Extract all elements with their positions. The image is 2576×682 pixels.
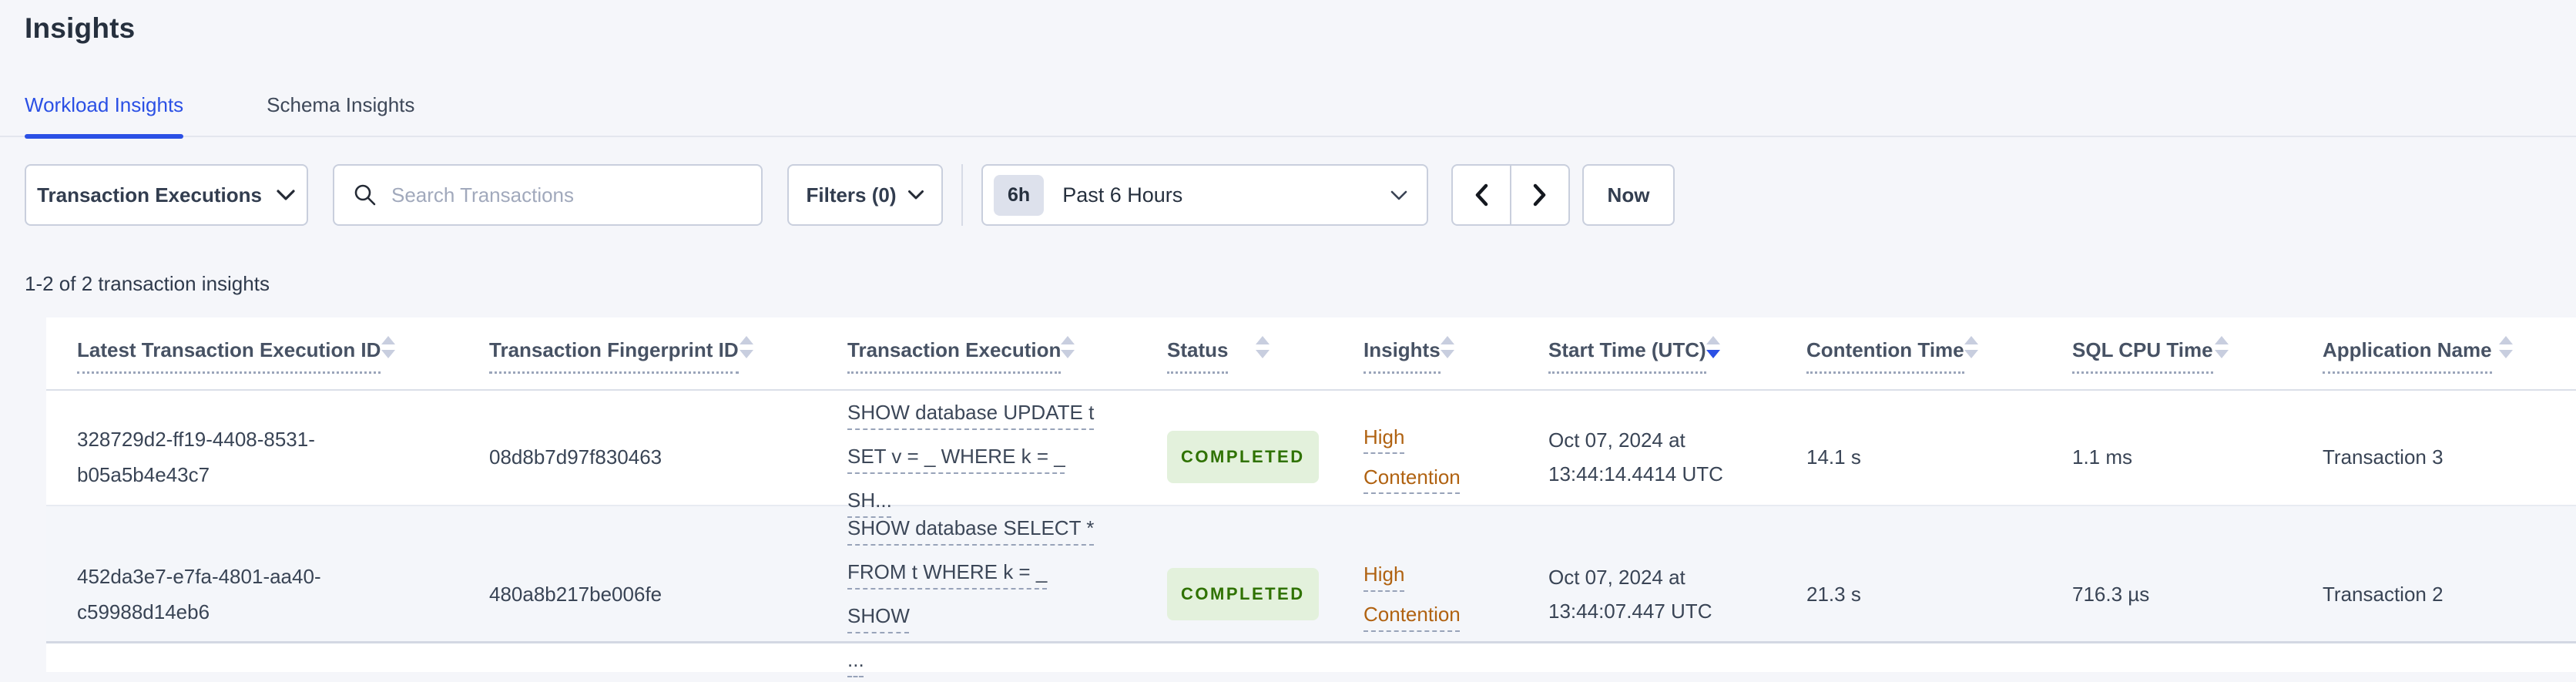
sort-icon (381, 336, 395, 358)
column-header-sql-cpu-time[interactable]: SQL CPU Time (2041, 336, 2292, 389)
results-count: 1-2 of 2 transaction insights (25, 272, 270, 295)
cell-sql-cpu-time: 1.1 ms (2072, 445, 2133, 469)
filters-label: Filters (0) (806, 183, 897, 207)
sort-icon-active-desc (1706, 336, 1720, 358)
column-header-transaction-execution[interactable]: Transaction Execution (817, 336, 1136, 389)
execution-type-dropdown[interactable]: Transaction Executions (25, 164, 308, 226)
sort-icon (1256, 336, 1270, 358)
insights-table-card: Latest Transaction Execution ID Transact… (46, 317, 2576, 672)
execution-type-label: Transaction Executions (37, 183, 262, 207)
table-row: 452da3e7-e7fa-4801-aa40-c59988d14eb6 480… (46, 506, 2576, 671)
now-button-label: Now (1607, 183, 1650, 207)
chevron-down-icon (1390, 190, 1407, 200)
cell-execution-id: 328729d2-ff19-4408-8531-b05a5b4e43c7 (77, 427, 315, 486)
chevron-left-icon (1475, 183, 1488, 207)
transaction-execution-link[interactable]: SHOW database UPDATE t SET v = _ WHERE k… (847, 401, 1094, 512)
time-range-label: Past 6 Hours (1062, 183, 1183, 207)
cell-fingerprint-id: 08d8b7d97f830463 (489, 445, 662, 469)
toolbar: Transaction Executions Filters (0) 6h Pa… (25, 164, 2551, 226)
page-title: Insights (25, 12, 136, 44)
sort-icon (1441, 336, 1454, 358)
cell-contention-time: 21.3 s (1806, 583, 1861, 606)
time-prev-button[interactable] (1451, 164, 1511, 226)
status-badge: COMPLETED (1167, 568, 1319, 620)
toolbar-divider (961, 164, 963, 226)
cell-start-time: Oct 07, 2024 at 13:44:14.4414 UTC (1548, 428, 1723, 485)
time-nav-group (1451, 164, 1570, 226)
search-box[interactable] (333, 164, 763, 226)
cell-contention-time: 14.1 s (1806, 445, 1861, 469)
table-row: 328729d2-ff19-4408-8531-b05a5b4e43c7 08d… (46, 391, 2576, 512)
insight-high-contention-link[interactable]: High Contention (1363, 563, 1461, 626)
sort-icon (1061, 336, 1075, 358)
column-header-start-time[interactable]: Start Time (UTC) (1518, 336, 1776, 389)
now-button[interactable]: Now (1582, 164, 1675, 226)
search-input[interactable] (391, 183, 743, 207)
column-header-latest-execution-id[interactable]: Latest Transaction Execution ID (46, 336, 458, 389)
column-header-contention-time[interactable]: Contention Time (1776, 336, 2041, 389)
transaction-execution-link[interactable]: SHOW database SELECT * FROM t WHERE k = … (847, 516, 1094, 671)
time-next-button[interactable] (1510, 164, 1570, 226)
chevron-down-icon (907, 190, 924, 200)
sort-icon (740, 336, 753, 358)
time-range-picker[interactable]: 6h Past 6 Hours (981, 164, 1428, 226)
sort-icon (1964, 336, 1978, 358)
chevron-down-icon (277, 190, 295, 200)
cell-application-name: Transaction 3 (2323, 445, 2444, 469)
insight-high-contention-link[interactable]: High Contention (1363, 425, 1461, 489)
tab-bar: Workload Insights Schema Insights (0, 45, 2576, 139)
filters-dropdown[interactable]: Filters (0) (787, 164, 943, 226)
column-header-application-name[interactable]: Application Name (2292, 336, 2576, 389)
table-header-row: Latest Transaction Execution ID Transact… (46, 317, 2576, 391)
cell-fingerprint-id: 480a8b217be006fe (489, 583, 662, 606)
cell-execution-id: 452da3e7-e7fa-4801-aa40-c59988d14eb6 (77, 565, 321, 623)
cell-sql-cpu-time: 716.3 µs (2072, 583, 2150, 606)
time-range-badge: 6h (994, 174, 1045, 216)
sort-icon (2215, 336, 2229, 358)
sort-icon (2499, 336, 2513, 358)
status-badge: COMPLETED (1167, 430, 1319, 483)
cell-start-time: Oct 07, 2024 at 13:44:07.447 UTC (1548, 566, 1712, 623)
column-header-insights[interactable]: Insights (1333, 336, 1518, 389)
tab-schema-insights[interactable]: Schema Insights (267, 92, 414, 136)
cell-application-name: Transaction 2 (2323, 583, 2444, 606)
column-header-status[interactable]: Status (1136, 336, 1333, 389)
chevron-right-icon (1533, 183, 1546, 207)
column-header-fingerprint-id[interactable]: Transaction Fingerprint ID (458, 336, 817, 389)
search-icon (354, 184, 376, 206)
tab-workload-insights[interactable]: Workload Insights (25, 92, 184, 139)
